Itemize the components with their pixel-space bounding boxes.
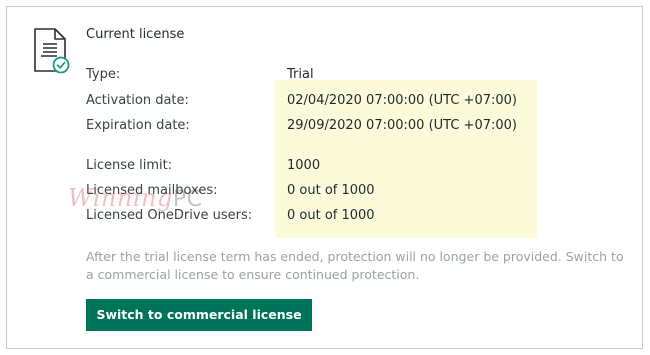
check-badge-icon: [52, 56, 70, 74]
license-document-icon: [34, 28, 70, 74]
watermark-part-a: Winning: [68, 184, 173, 212]
trial-expiry-note: After the trial license term has ended, …: [86, 249, 624, 282]
license-limit-value: 1000: [287, 158, 321, 173]
licensed-mailboxes-value: 0 out of 1000: [287, 183, 375, 198]
license-type-label: Type:: [86, 67, 121, 82]
expiration-date-label: Expiration date:: [86, 118, 190, 133]
switch-to-commercial-license-button[interactable]: Switch to commercial license: [86, 299, 312, 331]
activation-date-label: Activation date:: [86, 93, 189, 108]
license-limit-label: License limit:: [86, 158, 173, 173]
license-type-value: Trial: [287, 67, 314, 82]
watermark: WinningPC: [68, 184, 202, 212]
license-title: Current license: [86, 27, 185, 42]
expiration-date-value: 29/09/2020 07:00:00 (UTC +07:00): [287, 118, 517, 133]
activation-date-value: 02/04/2020 07:00:00 (UTC +07:00): [287, 93, 517, 108]
licensed-onedrive-users-value: 0 out of 1000: [287, 208, 375, 223]
watermark-part-b: PC: [172, 187, 203, 212]
